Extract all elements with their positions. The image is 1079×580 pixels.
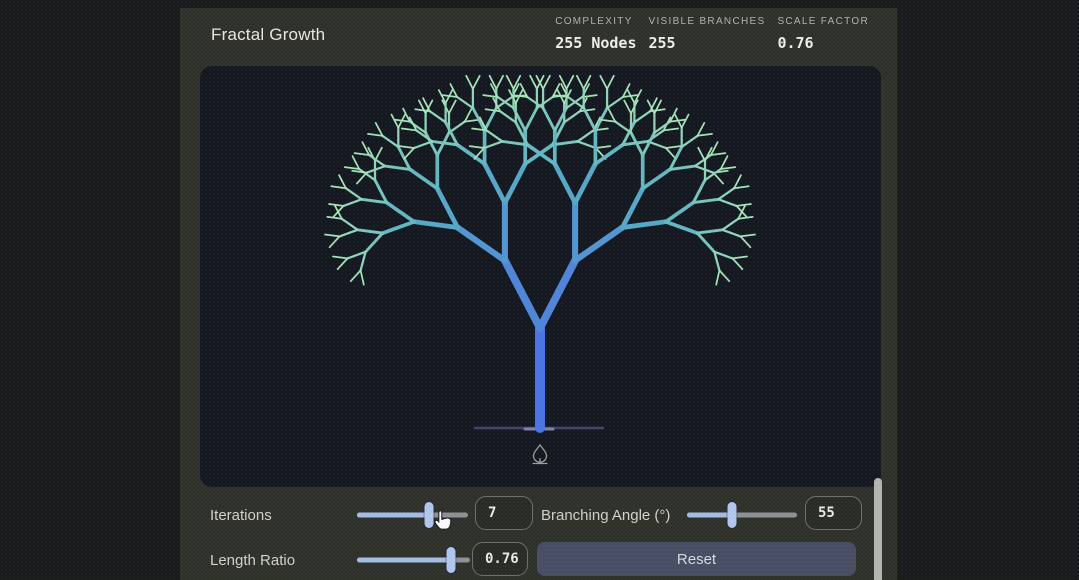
iterations-label: Iterations bbox=[210, 507, 272, 524]
header-stats: COMPLEXITY 255 Nodes VISIBLE BRANCHES 25… bbox=[555, 16, 869, 52]
stat-label: COMPLEXITY bbox=[555, 16, 636, 27]
iterations-value-input[interactable]: 7 bbox=[475, 496, 533, 530]
reset-button[interactable]: Reset bbox=[537, 542, 856, 576]
stat-scale-factor: SCALE FACTOR 0.76 bbox=[777, 16, 869, 52]
stat-value: 255 Nodes bbox=[555, 34, 636, 52]
length-ratio-slider[interactable] bbox=[357, 547, 470, 573]
iterations-slider-fill bbox=[357, 513, 429, 518]
length-ratio-slider-fill bbox=[357, 558, 451, 563]
fractal-canvas bbox=[200, 66, 881, 487]
iterations-slider-handle[interactable] bbox=[425, 502, 434, 528]
fractal-tree-svg bbox=[200, 66, 881, 487]
length-ratio-label: Length Ratio bbox=[210, 552, 295, 569]
scrollbar-thumb[interactable] bbox=[874, 478, 882, 580]
stat-value: 255 bbox=[648, 34, 765, 52]
iterations-slider[interactable] bbox=[357, 502, 468, 528]
stat-label: VISIBLE BRANCHES bbox=[648, 16, 765, 27]
tree-icon bbox=[533, 445, 547, 464]
branching-angle-slider-fill bbox=[687, 513, 732, 518]
branching-angle-value-input[interactable]: 55 bbox=[805, 496, 862, 530]
branching-angle-value: 55 bbox=[818, 505, 835, 521]
branching-angle-slider-handle[interactable] bbox=[728, 502, 737, 528]
branching-angle-label: Branching Angle (°) bbox=[541, 507, 670, 524]
length-ratio-value: 0.76 bbox=[485, 551, 519, 567]
app-panel: Fractal Growth COMPLEXITY 255 Nodes VISI… bbox=[180, 8, 897, 580]
length-ratio-slider-handle[interactable] bbox=[446, 547, 455, 573]
page-title: Fractal Growth bbox=[211, 25, 325, 45]
length-ratio-value-input[interactable]: 0.76 bbox=[472, 542, 528, 576]
stat-label: SCALE FACTOR bbox=[777, 16, 869, 27]
stat-value: 0.76 bbox=[777, 34, 869, 52]
stat-complexity: COMPLEXITY 255 Nodes bbox=[555, 16, 636, 52]
stat-visible-branches: VISIBLE BRANCHES 255 bbox=[648, 16, 765, 52]
branching-angle-slider[interactable] bbox=[687, 502, 797, 528]
iterations-value: 7 bbox=[488, 505, 496, 521]
